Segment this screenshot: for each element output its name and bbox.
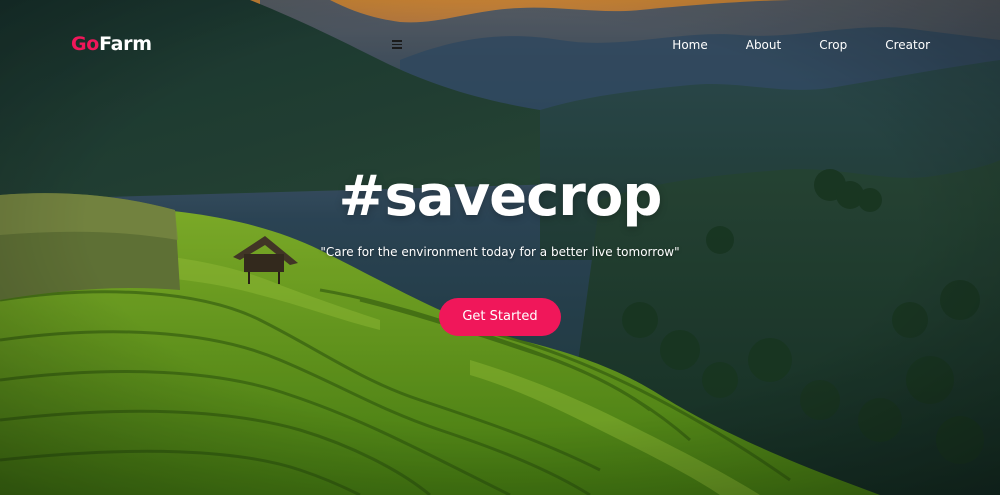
nav-item-home[interactable]: Home	[672, 38, 707, 52]
hero-tagline: "Care for the environment today for a be…	[320, 245, 680, 259]
brand-logo[interactable]: GoFarm	[71, 33, 152, 55]
brand-logo-rest: Farm	[99, 33, 152, 55]
main-nav: Home About Crop Creator	[634, 38, 930, 52]
nav-item-about[interactable]: About	[746, 38, 781, 52]
nav-item-crop[interactable]: Crop	[819, 38, 847, 52]
nav-item-creator[interactable]: Creator	[885, 38, 930, 52]
hero-section: GoFarm Home About Crop Creator #savecrop…	[0, 0, 1000, 495]
hamburger-menu-icon[interactable]	[392, 40, 402, 49]
get-started-button[interactable]: Get Started	[439, 298, 561, 336]
top-navigation-bar: GoFarm Home About Crop Creator	[0, 0, 1000, 90]
hero-headline: #savecrop	[338, 164, 663, 229]
brand-logo-accent: Go	[71, 33, 100, 55]
